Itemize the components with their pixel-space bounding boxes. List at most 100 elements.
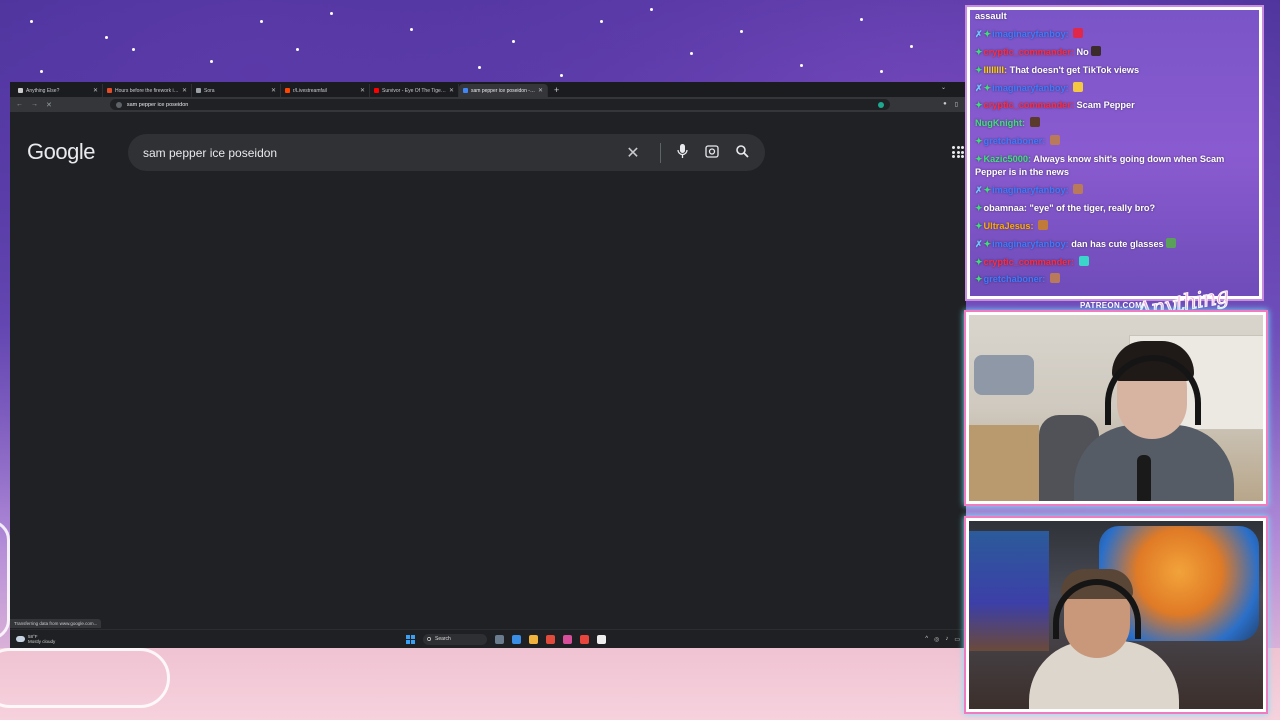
taskbar-app-icon[interactable]	[597, 634, 606, 644]
stop-icon[interactable]: ✕	[46, 101, 52, 109]
chat-username[interactable]: cryptic_commander:	[984, 47, 1074, 57]
browser-tab[interactable]: Sora ✕	[192, 84, 281, 97]
chat-username[interactable]: gretchaboner:	[984, 136, 1046, 146]
tab-close-icon[interactable]: ✕	[449, 87, 454, 94]
chat-username[interactable]: UltraJesus:	[984, 221, 1034, 231]
emote-icon	[1078, 255, 1089, 266]
taskbar-search-label: Search	[435, 636, 451, 642]
star	[478, 66, 481, 69]
chat-username[interactable]: gretchaboner:	[984, 274, 1046, 284]
tab-close-icon[interactable]: ✕	[538, 87, 543, 94]
chat-message: ✗✦imaginaryfanboy:	[975, 27, 1254, 41]
chat-text: That doesn't get TikTok views	[1009, 64, 1140, 75]
chat-message: ✦cryptic_commander:	[975, 255, 1254, 269]
browser-tab[interactable]: Anything Else? ✕	[14, 84, 103, 97]
new-tab-button[interactable]: +	[548, 84, 565, 97]
taskbar-app-icon[interactable]	[546, 634, 555, 644]
chat-username[interactable]: imaginaryfanboy:	[992, 185, 1069, 195]
sword-badge-icon: ✗	[975, 238, 983, 249]
tab-close-icon[interactable]: ✕	[93, 87, 98, 94]
windows-taskbar: 58°F Mostly cloudy Search ^ ◎ ♪ ▭	[10, 629, 966, 648]
star	[260, 20, 263, 23]
browser-tab[interactable]: Survivor - Eye Of The Tiger (Of ✕	[370, 84, 459, 97]
address-bar[interactable]: sam pepper ice poseidon	[109, 99, 890, 110]
tray-app-icon[interactable]: ◎	[934, 636, 939, 643]
chat-username[interactable]: imaginaryfanboy:	[992, 239, 1069, 249]
chat-message: ✗✦imaginaryfanboy:	[975, 184, 1254, 197]
google-apps-icon[interactable]	[952, 146, 964, 158]
star	[740, 30, 743, 33]
volume-icon[interactable]: ♪	[945, 636, 948, 643]
taskbar-search[interactable]: Search	[423, 633, 487, 645]
toolbar-icons: ● ▯	[943, 101, 958, 108]
browser-tab[interactable]: Hours before the firework incid ✕	[103, 84, 192, 97]
lens-camera-icon[interactable]	[697, 144, 727, 161]
search-input[interactable]: sam pepper ice poseidon ✕	[128, 134, 765, 171]
chat-username[interactable]: imaginaryfanboy:	[992, 29, 1069, 39]
emote-icon	[1038, 219, 1049, 230]
emote-icon	[1049, 135, 1060, 146]
taskbar-app-icon[interactable]	[580, 634, 589, 644]
chat-message: NugKnight:	[975, 117, 1254, 130]
back-icon[interactable]: ←	[16, 101, 23, 108]
star	[330, 12, 333, 15]
star	[880, 70, 883, 73]
tab-favicon-icon	[463, 88, 468, 93]
emote-icon	[1165, 237, 1176, 248]
chat-username[interactable]: NugKnight:	[975, 118, 1025, 128]
taskbar-app-icon[interactable]	[529, 634, 538, 644]
tab-close-icon[interactable]: ✕	[182, 87, 187, 94]
chat-message: ✗✦imaginaryfanboy:	[975, 81, 1254, 95]
search-icon[interactable]	[727, 144, 757, 161]
taskbar-center: Search	[406, 633, 606, 645]
star	[210, 60, 213, 63]
sub-badge-icon: ✦	[983, 185, 992, 196]
taskbar-app-icon[interactable]	[512, 634, 521, 644]
star	[650, 8, 653, 11]
google-logo[interactable]: Google	[27, 139, 95, 165]
chat-username[interactable]: obamnaa:	[984, 203, 1027, 213]
tab-favicon-icon	[285, 88, 290, 93]
chat-username[interactable]: imaginaryfanboy:	[992, 83, 1069, 93]
stream-chat: assault ✗✦imaginaryfanboy: ✦cryptic_comma…	[967, 7, 1262, 299]
tab-close-icon[interactable]: ✕	[360, 87, 365, 94]
sub-badge-icon: ✦	[975, 46, 983, 57]
tab-search-icon[interactable]: ⌄	[941, 84, 946, 91]
extensions-icon[interactable]: ▯	[955, 101, 958, 108]
star	[30, 20, 33, 23]
cloud-doodle	[0, 520, 10, 640]
tray-chevron-icon[interactable]: ^	[925, 636, 928, 643]
star	[560, 74, 563, 77]
tab-title: Anything Else?	[26, 87, 60, 94]
chat-message: ✦Kazic5000: Always know shit's going dow…	[975, 153, 1254, 179]
taskbar-app-icon[interactable]	[563, 634, 572, 644]
chat-username[interactable]: Kazic5000:	[984, 154, 1032, 164]
bar-shelf	[969, 531, 1049, 651]
weather-widget[interactable]: 58°F Mostly cloudy	[10, 634, 55, 644]
chat-username[interactable]: llllllll:	[984, 65, 1007, 75]
chat-username[interactable]: cryptic_commander:	[984, 257, 1074, 267]
site-info-icon[interactable]	[115, 101, 122, 108]
chat-text: assault	[975, 11, 1007, 21]
browser-tab[interactable]: r/Livestreamfail ✕	[281, 84, 370, 97]
emote-icon	[1073, 27, 1084, 38]
star	[40, 70, 43, 73]
windows-start-icon[interactable]	[406, 634, 415, 644]
tab-close-icon[interactable]: ✕	[271, 87, 276, 94]
extension-icon[interactable]	[877, 101, 884, 108]
browser-tab[interactable]: sam pepper ice poseidon - G ✕	[459, 84, 548, 97]
emote-icon	[1090, 45, 1101, 56]
tab-title: sam pepper ice poseidon - G	[471, 87, 535, 94]
tab-favicon-icon	[107, 88, 112, 93]
forward-icon[interactable]: →	[31, 101, 38, 108]
clear-icon[interactable]: ✕	[618, 143, 648, 163]
tab-strip: Anything Else? ✕ Hours before the firework…	[10, 82, 966, 97]
network-icon[interactable]: ▭	[954, 636, 960, 643]
taskbar-app-icon[interactable]	[495, 634, 504, 644]
system-tray: ^ ◎ ♪ ▭	[925, 636, 960, 643]
chat-username[interactable]: cryptic_commander:	[984, 100, 1074, 110]
search-divider	[660, 142, 661, 163]
microphone-icon[interactable]	[667, 144, 697, 161]
search-query: sam pepper ice poseidon	[143, 145, 278, 160]
profile-icon[interactable]: ●	[943, 101, 947, 108]
